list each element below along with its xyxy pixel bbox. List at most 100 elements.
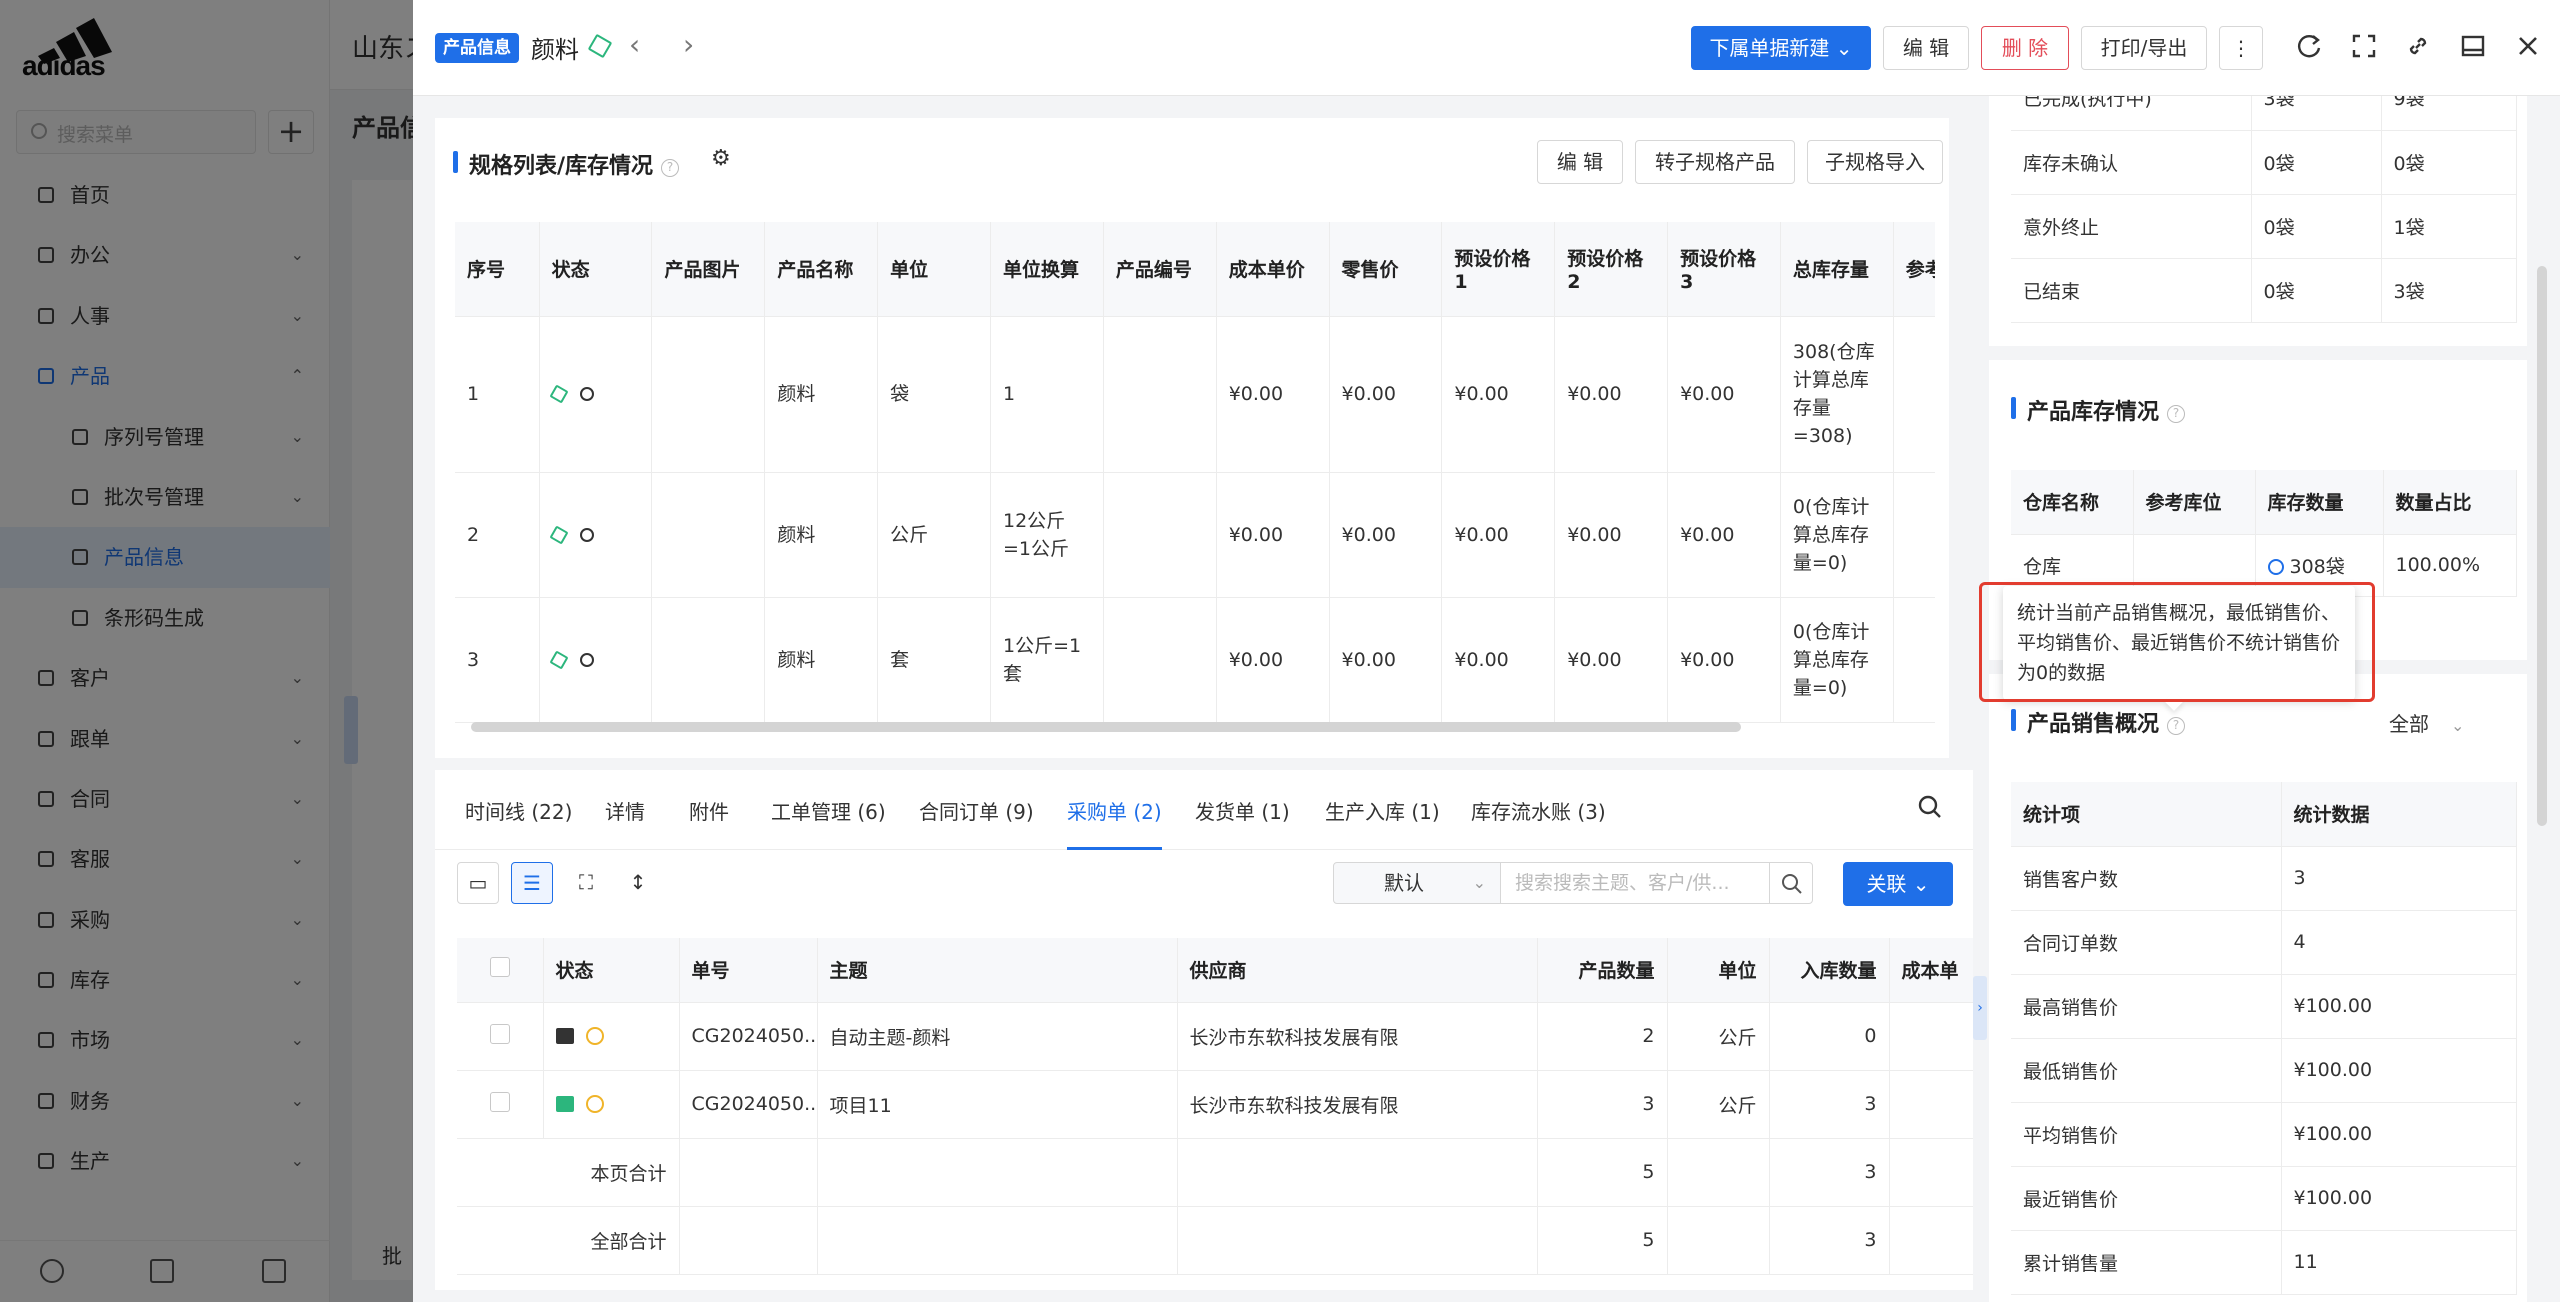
- more-actions-button[interactable]: ⋮: [2219, 26, 2263, 70]
- presentation-view-icon[interactable]: ▭: [457, 862, 499, 904]
- product-code-cell: [1103, 472, 1217, 598]
- supplier-link[interactable]: 长沙市东软科技发展有限: [1177, 1070, 1538, 1139]
- help-icon[interactable]: ?: [661, 159, 680, 177]
- supplier-link[interactable]: 长沙市东软科技发展有限: [1177, 1002, 1538, 1071]
- tab-shipping-orders[interactable]: 发货单 (1): [1195, 796, 1290, 825]
- row-height-icon[interactable]: ↕: [617, 862, 659, 904]
- stat-value-link[interactable]: 0袋: [2251, 130, 2382, 195]
- col-header: 入库数量: [1769, 938, 1890, 1003]
- spec-edit-button[interactable]: 编 辑: [1537, 140, 1623, 184]
- panel-resize-handle[interactable]: ›: [1973, 976, 1987, 1040]
- empty-cell: [679, 1138, 818, 1207]
- order-subject-link[interactable]: 项目11: [817, 1070, 1178, 1139]
- expand-icon[interactable]: ⛶: [565, 862, 607, 904]
- row-checkbox[interactable]: [489, 1023, 510, 1044]
- sales-section-title: 产品销售概况?: [2011, 706, 2186, 738]
- po-search-button[interactable]: [1769, 862, 1813, 904]
- stat-label: 最近销售价: [2011, 1166, 2282, 1231]
- col-header: 参考库位: [2133, 470, 2256, 535]
- order-subject-link[interactable]: 自动主题-颜料: [817, 1002, 1178, 1071]
- table-row[interactable]: CG2024050... 项目11 长沙市东软科技发展有限 3 公斤 3 ¥: [457, 1070, 1973, 1139]
- gear-icon[interactable]: [579, 652, 594, 667]
- empty-cell: [817, 1138, 1178, 1207]
- import-sub-spec-button[interactable]: 子规格导入: [1807, 140, 1943, 184]
- stat-label: 合同订单数: [2011, 910, 2282, 975]
- row-checkbox[interactable]: [489, 1091, 510, 1112]
- print-export-button[interactable]: 打印/导出: [2081, 26, 2207, 70]
- col-header: 产品数量: [1537, 938, 1668, 1003]
- preset-price1-cell: ¥0.00: [1441, 316, 1556, 473]
- new-sub-document-button[interactable]: 下属单据新建 ⌄: [1691, 26, 1871, 70]
- gear-icon[interactable]: [579, 527, 594, 542]
- empty-cell: [679, 1206, 818, 1275]
- stat-label: 最高销售价: [2011, 974, 2282, 1039]
- help-icon[interactable]: ?: [2167, 405, 2186, 423]
- close-icon[interactable]: [2514, 32, 2542, 60]
- row-checkbox-cell: [457, 1070, 544, 1139]
- play-circle-icon: [585, 1095, 604, 1113]
- edit-button[interactable]: 编 辑: [1883, 26, 1969, 70]
- image-cell: [651, 472, 766, 598]
- spec-table-header: 序号 状态 产品图片 产品名称 单位 单位换算 产品编号 成本单价 零售价 预设…: [455, 222, 1935, 317]
- type-tag: 产品信息: [435, 33, 519, 63]
- delete-button[interactable]: 删 除: [1981, 26, 2069, 70]
- tab-inventory-ledger[interactable]: 库存流水账 (3): [1471, 796, 1606, 825]
- tab-purchase-orders[interactable]: 采购单 (2): [1067, 796, 1162, 850]
- empty-cell: [1177, 1138, 1538, 1207]
- table-row: 已结束 0袋 3袋: [2011, 258, 2517, 323]
- link-relation-button[interactable]: 关联 ⌄: [1843, 862, 1953, 906]
- link-icon[interactable]: [2404, 32, 2432, 60]
- prev-record-icon[interactable]: ‹: [629, 28, 640, 61]
- product-name-link[interactable]: 颜料: [764, 597, 879, 723]
- po-search-input[interactable]: 搜索搜索主题、客户/供...: [1500, 862, 1770, 904]
- tab-contract-orders[interactable]: 合同订单 (9): [919, 796, 1034, 825]
- filter-select[interactable]: 默认 ⌄: [1333, 862, 1501, 904]
- table-row[interactable]: 3 颜料 套 1公斤=1套 ¥0.00 ¥0.00 ¥0.00 ¥0.00 ¥0…: [455, 597, 1935, 723]
- sales-filter-select[interactable]: 全部 ⌄: [2389, 708, 2464, 737]
- table-row[interactable]: 1 颜料 袋 1 ¥0.00 ¥0.00 ¥0.00 ¥0.00 ¥0.00 3…: [455, 316, 1935, 473]
- stat-value-link[interactable]: 9袋: [2381, 96, 2517, 131]
- search-icon[interactable]: [2267, 558, 2284, 575]
- cube-icon: [549, 649, 569, 670]
- row-checkbox-cell: [457, 1002, 544, 1071]
- next-record-icon[interactable]: ›: [683, 28, 694, 61]
- stat-value: 4: [2281, 910, 2517, 975]
- tab-work-orders[interactable]: 工单管理 (6): [771, 796, 886, 825]
- table-row: 库存未确认 0袋 0袋: [2011, 130, 2517, 195]
- split-view-icon[interactable]: [2459, 32, 2487, 60]
- stat-label: 最低销售价: [2011, 1038, 2282, 1103]
- search-icon[interactable]: [1917, 794, 1943, 820]
- product-qty-cell: 3: [1537, 1070, 1668, 1139]
- preset-price3-cell: ¥0.00: [1667, 472, 1781, 598]
- refresh-icon[interactable]: [2295, 32, 2323, 60]
- list-view-icon[interactable]: ☰: [511, 862, 553, 904]
- search-icon: [1782, 874, 1802, 894]
- tab-details[interactable]: 详情: [605, 796, 645, 825]
- stat-value-link[interactable]: 0袋: [2381, 130, 2517, 195]
- stat-value: ¥100.00: [2281, 1166, 2517, 1231]
- gear-icon[interactable]: [579, 387, 594, 401]
- stat-value-link[interactable]: 3袋: [2251, 96, 2382, 131]
- col-header: 供应商: [1177, 938, 1538, 1003]
- stat-label: 已结束: [2011, 258, 2252, 323]
- select-all-checkbox[interactable]: [489, 957, 510, 978]
- horizontal-scrollbar[interactable]: [471, 722, 1741, 732]
- total-stock-cell: 0(仓库计算总库存量=0): [1780, 472, 1894, 598]
- col-header: 序号: [455, 222, 540, 317]
- col-header: 总库存量: [1780, 222, 1894, 317]
- convert-sub-spec-button[interactable]: 转子规格产品: [1635, 140, 1795, 184]
- product-name-link[interactable]: 颜料: [764, 472, 879, 598]
- tab-timeline[interactable]: 时间线 (22): [465, 796, 572, 825]
- settings-gear-icon[interactable]: ⚙: [711, 146, 731, 171]
- product-name-link[interactable]: 颜料: [764, 316, 879, 473]
- tab-attachments[interactable]: 附件: [689, 796, 729, 825]
- preset-price3-cell: ¥0.00: [1667, 597, 1781, 723]
- stock-table: 仓库名称 参考库位 库存数量 数量占比 仓库 308袋 100.00%: [2011, 470, 2517, 597]
- status-cell: [539, 597, 653, 723]
- table-row[interactable]: CG2024050... 自动主题-颜料 长沙市东软科技发展有限 2 公斤 0 …: [457, 1002, 1973, 1071]
- help-icon[interactable]: ?: [2167, 717, 2186, 735]
- vertical-scrollbar[interactable]: [2537, 266, 2547, 826]
- tab-production-receipts[interactable]: 生产入库 (1): [1325, 796, 1440, 825]
- fullscreen-icon[interactable]: [2350, 32, 2378, 60]
- table-row[interactable]: 2 颜料 公斤 12公斤=1公斤 ¥0.00 ¥0.00 ¥0.00 ¥0.00…: [455, 472, 1935, 598]
